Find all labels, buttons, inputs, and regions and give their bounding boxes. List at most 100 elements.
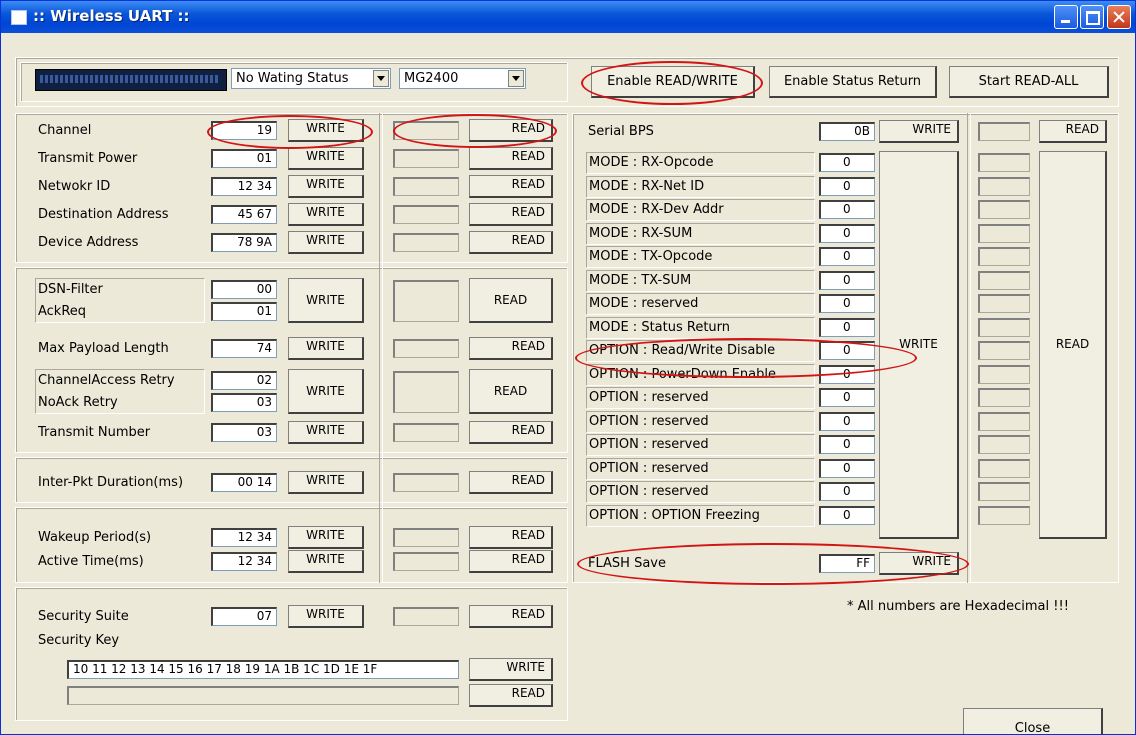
mode-row-read-field	[978, 270, 1030, 290]
chevron-down-icon[interactable]	[373, 70, 389, 87]
wakeup-input[interactable]: 12 34	[211, 528, 277, 547]
network-id-write-button[interactable]: WRITE	[288, 175, 364, 198]
retry-write-button[interactable]: WRITE	[288, 369, 364, 414]
mode-row-input[interactable]: 0	[819, 270, 875, 290]
channel-read-button[interactable]: READ	[469, 119, 553, 142]
device-address-input[interactable]: 78 9A	[211, 233, 277, 252]
security-key-input[interactable]: 10 11 12 13 14 15 16 17 18 19 1A 1B 1C 1…	[67, 660, 459, 679]
max-payload-read-field	[393, 339, 459, 358]
device-address-write-button[interactable]: WRITE	[288, 231, 364, 254]
wakeup-label: Wakeup Period(s)	[38, 530, 152, 545]
interpkt-read-button[interactable]: READ	[469, 471, 553, 494]
device-address-read-button[interactable]: READ	[469, 231, 553, 254]
security-suite-read-button[interactable]: READ	[469, 605, 553, 628]
minimize-button[interactable]	[1054, 5, 1078, 29]
security-key-read-button[interactable]: READ	[469, 684, 553, 707]
destination-address-input[interactable]: 45 67	[211, 205, 277, 224]
mode-row-input[interactable]: 0	[819, 294, 875, 313]
mode-read-button[interactable]: READ	[1039, 151, 1107, 539]
dsn-ack-read-button[interactable]: READ	[469, 278, 553, 323]
active-time-read-field	[393, 552, 459, 571]
close-window-button[interactable]	[1107, 5, 1131, 29]
mode-row-input[interactable]: 0	[819, 435, 875, 454]
active-time-input[interactable]: 12 34	[211, 552, 277, 571]
transmit-number-input[interactable]: 03	[211, 423, 277, 442]
interpkt-write-button[interactable]: WRITE	[288, 471, 364, 494]
security-suite-write-button[interactable]: WRITE	[288, 605, 364, 628]
mode-row-read-field	[978, 505, 1030, 525]
mode-row-label: OPTION : PowerDown Enable	[589, 366, 777, 382]
mode-row-read-field	[978, 176, 1030, 196]
mode-row-label: OPTION : reserved	[589, 390, 709, 405]
mode-row-input[interactable]: 0	[819, 482, 875, 501]
enable-status-return-button[interactable]: Enable Status Return	[769, 66, 937, 98]
mode-row-input[interactable]: 0	[819, 223, 875, 243]
destination-address-read-field	[393, 205, 459, 224]
active-time-read-button[interactable]: READ	[469, 550, 553, 573]
channel-access-retry-input[interactable]: 02	[211, 371, 277, 390]
network-id-input[interactable]: 12 34	[211, 177, 277, 196]
interpkt-read-field	[393, 473, 459, 492]
mode-row-input[interactable]: 0	[819, 153, 875, 172]
serial-bps-write-button[interactable]: WRITE	[879, 120, 959, 143]
channel-read-field	[393, 121, 459, 140]
max-payload-write-button[interactable]: WRITE	[288, 337, 364, 360]
mode-row-input[interactable]: 0	[819, 341, 875, 360]
serial-bps-input[interactable]: 0B	[819, 122, 875, 141]
network-id-read-button[interactable]: READ	[469, 175, 553, 198]
enable-read-write-button[interactable]: Enable READ/WRITE	[591, 66, 755, 98]
device-address-label: Device Address	[38, 235, 139, 250]
mode-write-button[interactable]: WRITE	[879, 151, 959, 539]
wakeup-write-button[interactable]: WRITE	[288, 526, 364, 549]
active-time-label: Active Time(ms)	[38, 554, 144, 569]
mode-row-input[interactable]: 0	[819, 458, 875, 478]
status-select[interactable]: No Wating Status	[231, 68, 391, 89]
transmit-power-read-button[interactable]: READ	[469, 147, 553, 170]
start-read-all-button[interactable]: Start READ-ALL	[949, 66, 1109, 98]
channel-input[interactable]: 19	[211, 121, 277, 140]
mode-row-label: MODE : Status Return	[589, 319, 731, 335]
security-key-write-button[interactable]: WRITE	[469, 658, 553, 681]
serial-bps-read-button[interactable]: READ	[1039, 120, 1107, 143]
mode-row-input[interactable]: 0	[819, 505, 875, 525]
mode-row-input[interactable]: 0	[819, 200, 875, 219]
transmit-number-read-button[interactable]: READ	[469, 421, 553, 444]
security-suite-input[interactable]: 07	[211, 607, 277, 626]
active-time-write-button[interactable]: WRITE	[288, 550, 364, 573]
maximize-button[interactable]	[1080, 5, 1104, 29]
chevron-down-icon[interactable]	[508, 70, 524, 87]
dsn-filter-input[interactable]: 00	[211, 280, 277, 299]
mode-row-input[interactable]: 0	[819, 364, 875, 384]
mode-row-input[interactable]: 0	[819, 411, 875, 431]
mode-row-read-field	[978, 247, 1030, 266]
right-column-divider	[967, 113, 971, 583]
mode-row-input[interactable]: 0	[819, 317, 875, 337]
destination-address-read-button[interactable]: READ	[469, 203, 553, 226]
window-title: :: Wireless UART ::	[33, 7, 190, 25]
interpkt-input[interactable]: 00 14	[211, 473, 277, 492]
transmit-power-input[interactable]: 01	[211, 149, 277, 168]
retry-read-button[interactable]: READ	[469, 369, 553, 414]
max-payload-read-button[interactable]: READ	[469, 337, 553, 360]
flash-save-input[interactable]: FF	[819, 554, 875, 573]
wakeup-read-button[interactable]: READ	[469, 526, 553, 549]
security-suite-label: Security Suite	[38, 609, 129, 624]
destination-address-write-button[interactable]: WRITE	[288, 203, 364, 226]
interpkt-label: Inter-Pkt Duration(ms)	[38, 475, 184, 490]
transmit-power-write-button[interactable]: WRITE	[288, 147, 364, 170]
mode-row-input[interactable]: 0	[819, 247, 875, 266]
ackreq-input[interactable]: 01	[211, 302, 277, 321]
max-payload-input[interactable]: 74	[211, 339, 277, 358]
mode-row-label: MODE : RX-Net ID	[589, 178, 705, 194]
transmit-number-write-button[interactable]: WRITE	[288, 421, 364, 444]
mode-row-input[interactable]: 0	[819, 388, 875, 407]
flash-save-write-button[interactable]: WRITE	[879, 552, 959, 575]
mode-row-read-field	[978, 223, 1030, 243]
model-select[interactable]: MG2400	[399, 68, 526, 89]
mode-row-input[interactable]: 0	[819, 176, 875, 196]
channel-write-button[interactable]: WRITE	[288, 119, 364, 142]
close-button[interactable]: Close	[963, 708, 1103, 734]
title-bar[interactable]: :: Wireless UART ::	[1, 1, 1135, 33]
dsn-ack-write-button[interactable]: WRITE	[288, 278, 364, 323]
noack-retry-input[interactable]: 03	[211, 393, 277, 412]
